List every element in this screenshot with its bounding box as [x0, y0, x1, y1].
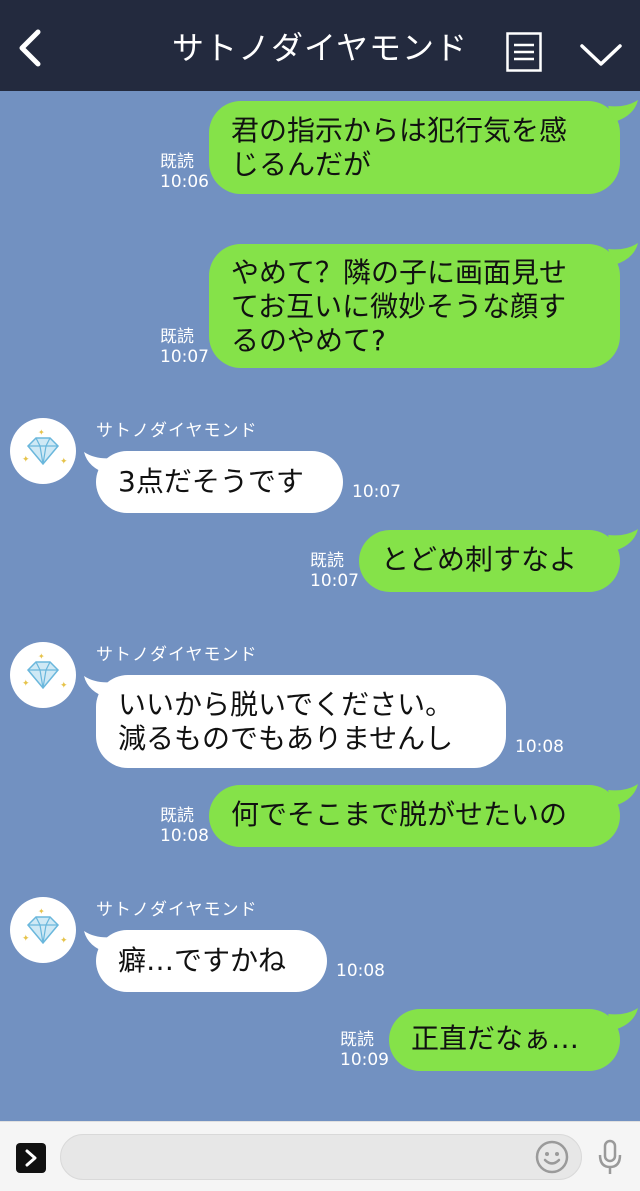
menu-list-icon[interactable]	[506, 32, 542, 72]
message-time: 10:07	[352, 482, 401, 502]
chevron-down-icon[interactable]	[578, 36, 624, 70]
avatar[interactable]: ✦ ✦ ✦	[10, 642, 76, 708]
chat-screen: サトノダイヤモンド 既読 10:06 君の指示からは犯行気を感 じるんだが 既読…	[0, 0, 640, 1191]
chat-title: サトノダイヤモンド	[171, 29, 469, 67]
chat-header: サトノダイヤモンド	[0, 0, 640, 91]
bubble-tail	[608, 243, 638, 265]
bubble-tail	[608, 1008, 638, 1030]
expand-button[interactable]	[16, 1143, 46, 1173]
message-meta: 既読 10:08	[160, 806, 209, 846]
sender-name: サトノダイヤモンド	[96, 421, 258, 441]
message-bubble[interactable]: 君の指示からは犯行気を感 じるんだが	[209, 101, 620, 194]
message-time: 10:08	[336, 961, 385, 981]
svg-text:✦: ✦	[38, 428, 45, 437]
message-bubble[interactable]: やめて？隣の子に画面見せ てお互いに微妙そうな顔す るのやめて?	[209, 244, 620, 368]
sender-name: サトノダイヤモンド	[96, 900, 258, 920]
chevron-right-icon	[25, 1149, 37, 1167]
svg-text:✦: ✦	[38, 652, 45, 661]
message-bubble[interactable]: 何でそこまで脱がせたいの	[209, 785, 620, 847]
message-time: 10:08	[160, 826, 209, 846]
svg-text:✦: ✦	[22, 934, 30, 944]
microphone-icon[interactable]	[596, 1139, 624, 1177]
message-time: 10:09	[340, 1050, 389, 1070]
message-meta: 既読 10:07	[160, 327, 209, 367]
message-input-bar	[0, 1121, 640, 1191]
sender-name: サトノダイヤモンド	[96, 645, 258, 665]
message-time: 10:06	[160, 172, 209, 192]
avatar[interactable]: ✦ ✦ ✦	[10, 418, 76, 484]
message-meta: 既読 10:09	[340, 1030, 389, 1070]
back-chevron-icon[interactable]	[10, 24, 50, 72]
diamond-icon: ✦ ✦ ✦	[22, 652, 68, 691]
svg-text:✦: ✦	[22, 455, 30, 465]
message-bubble[interactable]: 正直だなぁ…	[389, 1009, 620, 1071]
svg-text:✦: ✦	[38, 907, 45, 916]
read-receipt: 既読	[310, 551, 344, 571]
diamond-icon: ✦ ✦ ✦	[22, 428, 68, 467]
bubble-tail	[608, 784, 638, 806]
svg-text:✦: ✦	[60, 681, 68, 691]
svg-text:✦: ✦	[22, 679, 30, 689]
message-time: 10:07	[310, 571, 359, 591]
bubble-tail	[608, 100, 638, 122]
svg-text:✦: ✦	[60, 457, 68, 467]
read-receipt: 既読	[160, 327, 194, 347]
message-meta: 既読 10:07	[310, 551, 359, 591]
message-bubble[interactable]: 癖…ですかね	[96, 930, 327, 992]
message-input[interactable]	[60, 1134, 582, 1180]
read-receipt: 既読	[160, 152, 194, 172]
read-receipt: 既読	[160, 806, 194, 826]
message-bubble[interactable]: いいから脱いでください。 減るものでもありませんし	[96, 675, 506, 768]
read-receipt: 既読	[340, 1030, 374, 1050]
bubble-tail	[608, 529, 638, 551]
message-bubble[interactable]: とどめ刺すなよ	[359, 530, 620, 592]
message-meta: 既読 10:06	[160, 152, 209, 192]
svg-text:✦: ✦	[60, 936, 68, 946]
smiley-icon[interactable]	[534, 1139, 570, 1175]
message-time: 10:08	[515, 737, 564, 757]
avatar[interactable]: ✦ ✦ ✦	[10, 897, 76, 963]
message-bubble[interactable]: 3点だそうです	[96, 451, 343, 513]
diamond-icon: ✦ ✦ ✦	[22, 907, 68, 946]
message-time: 10:07	[160, 347, 209, 367]
